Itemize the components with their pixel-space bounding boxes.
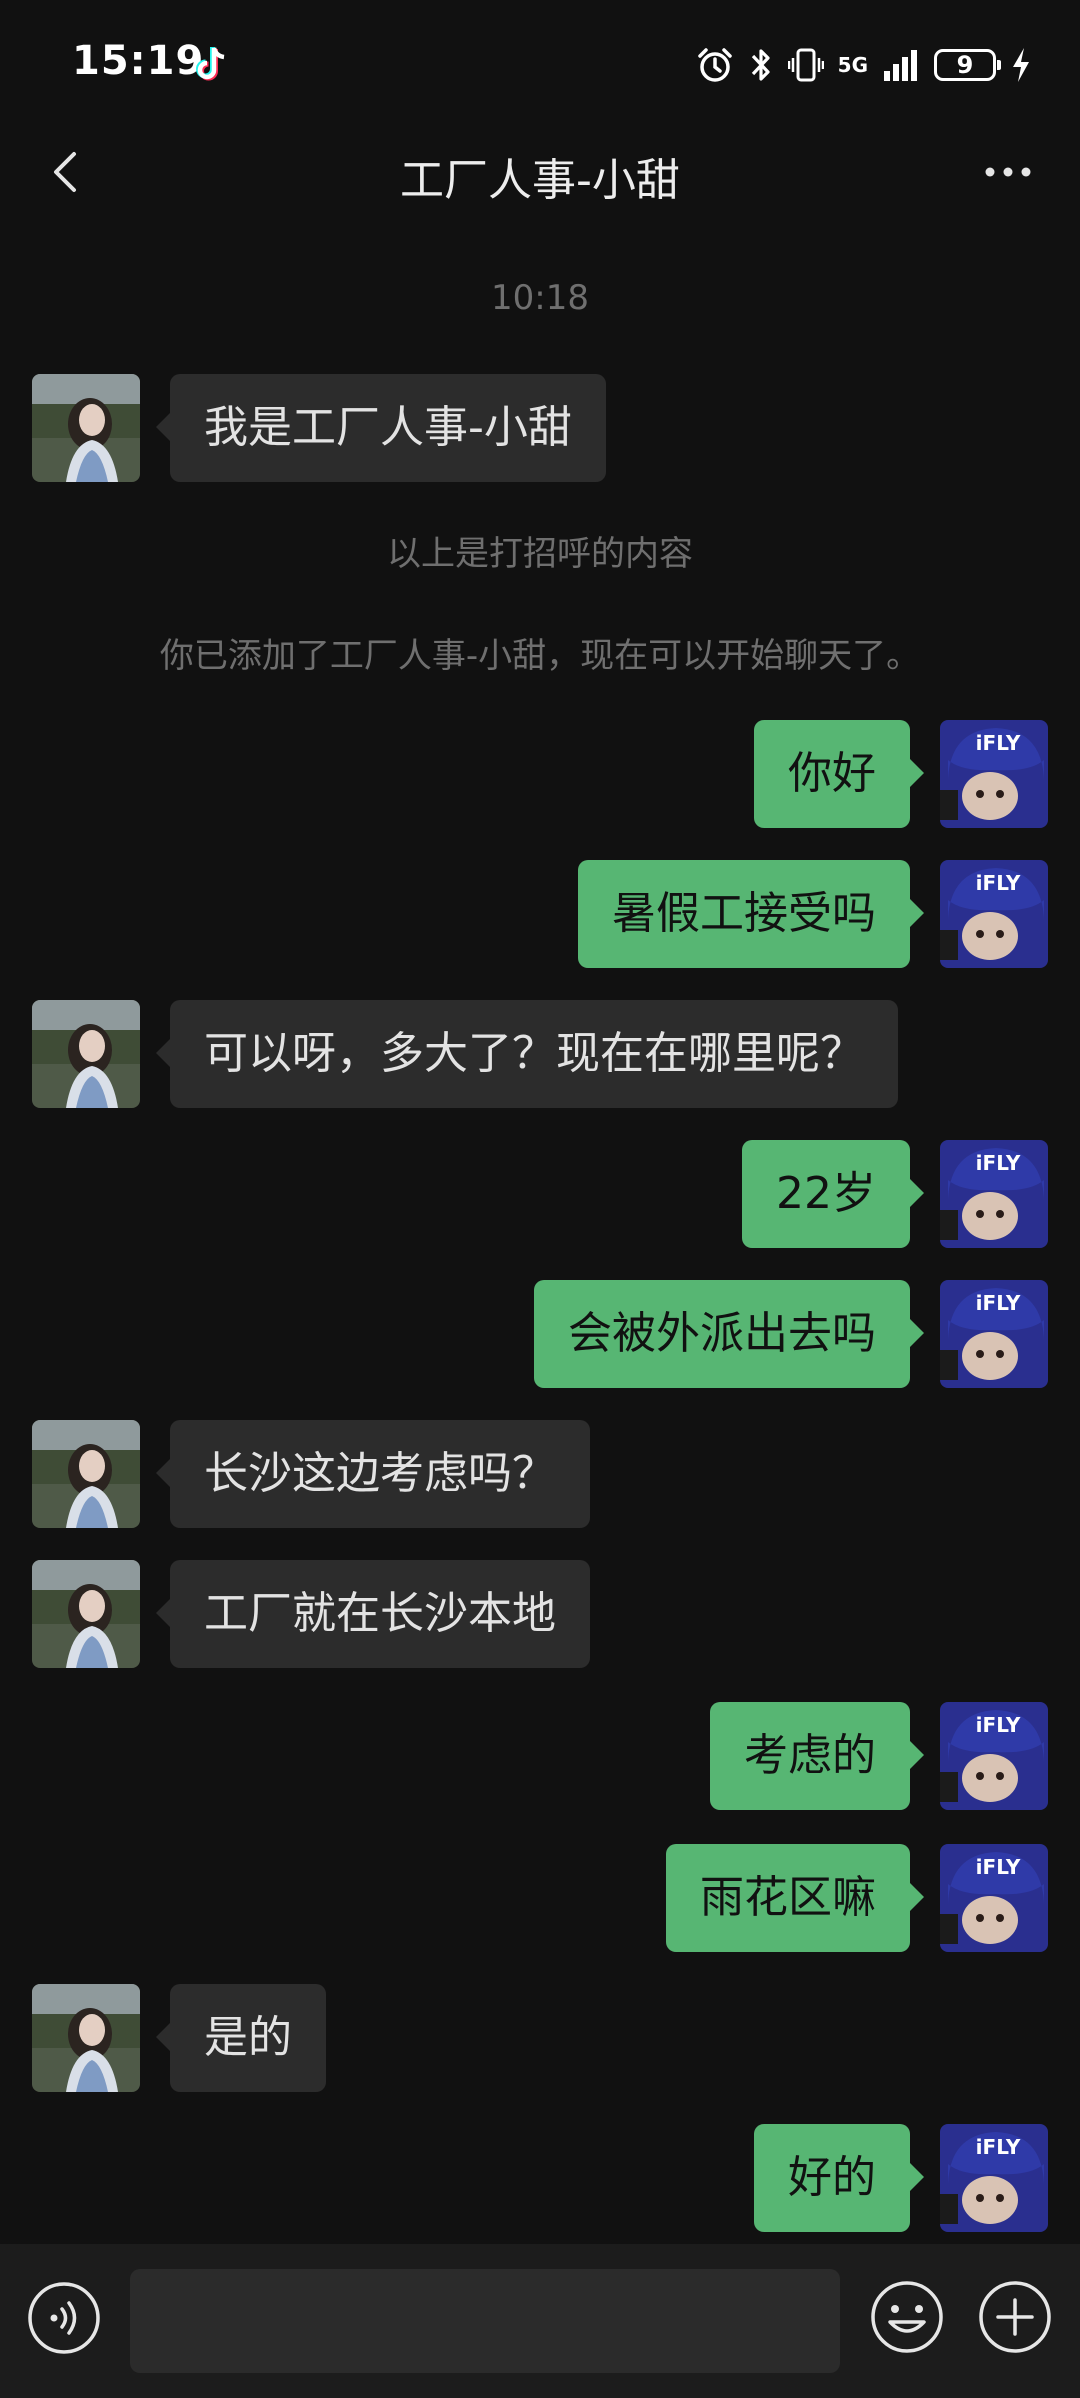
message-bubble[interactable]: 考虑的 xyxy=(710,1702,924,1810)
svg-text:iFLY: iFLY xyxy=(976,871,1021,895)
message-incoming[interactable]: 长沙这边考虑吗？ xyxy=(0,1420,1080,1528)
self-avatar[interactable]: iFLY xyxy=(940,2124,1048,2232)
tiktok-icon xyxy=(196,47,225,81)
message-bubble[interactable]: 是的 xyxy=(156,1984,326,2092)
message-bubble[interactable]: 可以呀，多大了？现在在哪里呢？ xyxy=(156,1000,898,1108)
self-avatar[interactable]: iFLY xyxy=(940,1140,1048,1248)
status-icons: 5G 9 xyxy=(696,44,1032,86)
voice-icon[interactable] xyxy=(26,2280,102,2356)
contact-avatar[interactable] xyxy=(32,374,140,482)
self-avatar[interactable]: iFLY xyxy=(940,1844,1048,1952)
message-outgoing[interactable]: 你好 iFLY xyxy=(0,720,1080,828)
message-outgoing[interactable]: 22岁 iFLY xyxy=(0,1140,1080,1248)
svg-text:iFLY: iFLY xyxy=(976,1713,1021,1737)
contact-avatar[interactable] xyxy=(32,1984,140,2092)
status-time: 15:19 xyxy=(72,38,205,84)
message-incoming[interactable]: 是的 xyxy=(0,1984,1080,2092)
contact-avatar[interactable] xyxy=(32,1000,140,1108)
svg-text:iFLY: iFLY xyxy=(976,1291,1021,1315)
message-bubble[interactable]: 会被外派出去吗 xyxy=(534,1280,924,1388)
message-outgoing[interactable]: 雨花区嘛 iFLY xyxy=(0,1844,1080,1952)
timestamp: 10:18 xyxy=(491,278,589,318)
message-bubble[interactable]: 暑假工接受吗 xyxy=(578,860,924,968)
message-incoming[interactable]: 工厂就在长沙本地 xyxy=(0,1560,1080,1668)
chat-title: 工厂人事-小甜 xyxy=(400,155,680,206)
alarm-icon xyxy=(697,48,732,82)
message-incoming[interactable]: 我是工厂人事-小甜 xyxy=(0,374,1080,482)
svg-text:iFLY: iFLY xyxy=(976,731,1021,755)
more-dots-icon[interactable] xyxy=(972,142,1044,202)
message-list[interactable]: 10:18 我是工厂人事-小甜 以上是打招呼的内容 你已添加了工厂人事-小甜，现… xyxy=(0,214,1080,2244)
signal-icon xyxy=(884,50,917,81)
svg-text:iFLY: iFLY xyxy=(976,1151,1021,1175)
message-bubble[interactable]: 我是工厂人事-小甜 xyxy=(156,374,606,482)
emoji-icon[interactable] xyxy=(868,2278,946,2356)
message-incoming[interactable]: 可以呀，多大了？现在在哪里呢？ xyxy=(0,1000,1080,1108)
contact-avatar[interactable] xyxy=(32,1420,140,1528)
network-label: 5G xyxy=(837,53,868,77)
self-avatar[interactable]: iFLY xyxy=(940,860,1048,968)
message-outgoing[interactable]: 好的 iFLY xyxy=(0,2124,1080,2232)
message-bubble[interactable]: 雨花区嘛 xyxy=(666,1844,924,1952)
svg-text:iFLY: iFLY xyxy=(976,1855,1021,1879)
bluetooth-icon xyxy=(751,49,770,81)
message-bubble[interactable]: 工厂就在长沙本地 xyxy=(156,1560,590,1668)
message-outgoing[interactable]: 会被外派出去吗 iFLY xyxy=(0,1280,1080,1388)
message-bubble[interactable]: 长沙这边考虑吗？ xyxy=(156,1420,590,1528)
status-bar: 15:19 5G 9 xyxy=(0,0,1080,130)
battery-level: 9 xyxy=(956,51,974,79)
svg-text:iFLY: iFLY xyxy=(976,2135,1021,2159)
contact-avatar[interactable] xyxy=(32,1560,140,1668)
message-bubble[interactable]: 22岁 xyxy=(742,1140,924,1248)
system-message: 你已添加了工厂人事-小甜，现在可以开始聊天了。 xyxy=(159,636,921,676)
input-bar xyxy=(0,2244,1080,2398)
system-message: 以上是打招呼的内容 xyxy=(387,534,693,574)
self-avatar[interactable]: iFLY xyxy=(940,720,1048,828)
message-bubble[interactable]: 好的 xyxy=(754,2124,924,2232)
battery-indicator: 9 xyxy=(934,49,1001,81)
message-outgoing[interactable]: 暑假工接受吗 iFLY xyxy=(0,860,1080,968)
message-bubble[interactable]: 你好 xyxy=(754,720,924,828)
self-avatar[interactable]: iFLY xyxy=(940,1280,1048,1388)
title-bar: 工厂人事-小甜 xyxy=(0,130,1080,214)
message-input[interactable] xyxy=(130,2269,840,2373)
plus-icon[interactable] xyxy=(976,2278,1054,2356)
message-outgoing[interactable]: 考虑的 iFLY xyxy=(0,1702,1080,1810)
charging-icon xyxy=(1013,48,1029,82)
self-avatar[interactable]: iFLY xyxy=(940,1702,1048,1810)
vibrate-icon xyxy=(787,48,824,82)
